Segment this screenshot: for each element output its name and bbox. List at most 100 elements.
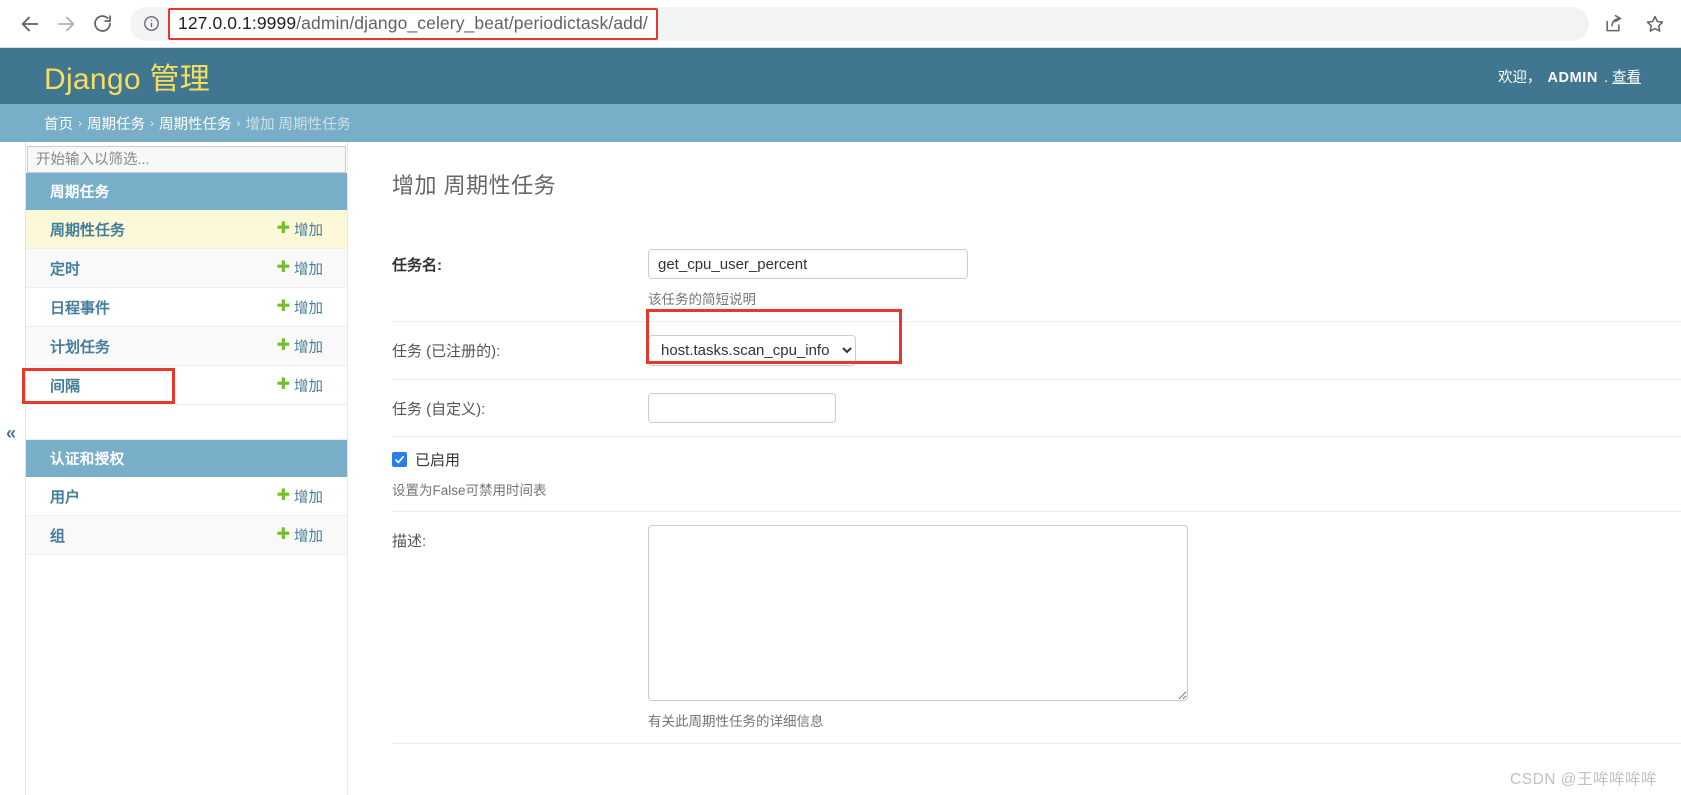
plus-icon: ✚ <box>276 487 290 504</box>
form-row-enabled: 已启用 设置为False可禁用时间表 <box>392 437 1681 512</box>
browser-toolbar: 127.0.0.1:9999/admin/django_celery_beat/… <box>0 0 1681 48</box>
sidebar-group-caption-periodic-tasks[interactable]: 周期任务 <box>26 173 347 210</box>
sidebar-add-link-users[interactable]: ✚ 增加 <box>277 486 323 507</box>
sidebar-item-label[interactable]: 组 <box>50 525 65 546</box>
back-arrow-icon <box>21 16 39 31</box>
info-circle-icon <box>143 16 159 31</box>
plus-icon: ✚ <box>276 526 290 543</box>
bookmark-button[interactable] <box>1641 10 1669 38</box>
back-button[interactable] <box>12 6 48 42</box>
sidebar-item-interval[interactable]: 间隔 ✚ 增加 <box>26 366 347 405</box>
breadcrumb-item-home[interactable]: 首页 <box>44 113 73 134</box>
plus-icon: ✚ <box>276 220 290 237</box>
sidebar-add-link-clocked[interactable]: ✚ 增加 <box>277 297 323 318</box>
sidebar-item-label[interactable]: 周期性任务 <box>50 219 125 240</box>
form-row-name: 任务名: 该任务的简短说明 <box>392 236 1681 322</box>
enabled-checkbox-line[interactable]: 已启用 <box>392 449 1681 470</box>
sidebar-add-link-periodic-task[interactable]: ✚ 增加 <box>277 219 323 240</box>
sidebar-item-crontab[interactable]: 定时 ✚ 增加 <box>26 249 347 288</box>
view-site-link[interactable]: 查看 <box>1612 66 1641 87</box>
add-label: 增加 <box>294 339 323 356</box>
sidebar-item-users[interactable]: 用户 ✚ 增加 <box>26 477 347 516</box>
sidebar-item-label[interactable]: 定时 <box>50 258 80 279</box>
form-row-description: 描述: 有关此周期性任务的详细信息 <box>392 512 1681 744</box>
username-label: ADMIN <box>1547 69 1598 86</box>
username-separator: . <box>1603 69 1608 86</box>
url-highlight-box: 127.0.0.1:9999/admin/django_celery_beat/… <box>168 7 658 40</box>
share-button[interactable] <box>1599 10 1627 38</box>
sidebar: « 周期任务 周期性任务 ✚增加 定时 ✚增加 日程事件 ✚增加 计划任务 <box>0 142 348 795</box>
form-row-task-custom: 任务 (自定义): <box>392 380 1681 437</box>
site-title[interactable]: Django 管理 <box>44 54 210 98</box>
add-label: 增加 <box>294 528 323 545</box>
sidebar-item-label[interactable]: 用户 <box>50 486 80 507</box>
sidebar-add-link-groups[interactable]: ✚ 增加 <box>277 525 323 546</box>
page-title: 增加 周期性任务 <box>392 173 557 198</box>
field-wrapper-description: 有关此周期性任务的详细信息 <box>648 525 1681 730</box>
task-name-input[interactable] <box>648 249 968 279</box>
task-custom-input[interactable] <box>648 393 836 423</box>
breadcrumb-item-model[interactable]: 周期性任务 <box>159 113 232 134</box>
url-path: /admin/django_celery_beat/periodictask/a… <box>296 12 648 33</box>
breadcrumb: 首页 › 周期任务 › 周期性任务 › 增加 周期性任务 <box>0 104 1681 142</box>
description-textarea[interactable] <box>648 525 1188 701</box>
sidebar-add-link-solar[interactable]: ✚ 增加 <box>277 336 323 357</box>
breadcrumb-separator: › <box>236 116 241 130</box>
forward-arrow-icon <box>57 16 75 31</box>
sidebar-add-link-crontab[interactable]: ✚ 增加 <box>277 258 323 279</box>
field-label-task-custom: 任务 (自定义): <box>392 401 486 418</box>
sidebar-gutter: « <box>0 142 25 795</box>
site-info-icon[interactable] <box>136 9 166 39</box>
add-label: 增加 <box>294 261 323 278</box>
plus-icon: ✚ <box>276 337 290 354</box>
field-help-enabled: 设置为False可禁用时间表 <box>392 483 547 498</box>
sidebar-item-label[interactable]: 间隔 <box>50 375 80 396</box>
breadcrumb-item-current: 增加 周期性任务 <box>245 116 352 133</box>
enabled-label: 已启用 <box>415 452 461 469</box>
omnibox[interactable]: 127.0.0.1:9999/admin/django_celery_beat/… <box>130 6 1589 41</box>
nav-filter <box>27 146 346 173</box>
add-label: 增加 <box>294 489 323 506</box>
browser-toolbar-actions <box>1599 10 1669 38</box>
field-wrapper-name: 该任务的简短说明 <box>648 249 1681 308</box>
page-container: « 周期任务 周期性任务 ✚增加 定时 ✚增加 日程事件 ✚增加 计划任务 <box>0 142 1681 795</box>
reload-button[interactable] <box>84 6 120 42</box>
breadcrumb-separator: › <box>150 116 154 130</box>
django-header: Django 管理 欢迎， ADMIN . 查看 <box>0 48 1681 104</box>
user-tools: 欢迎， ADMIN . 查看 <box>1498 66 1641 87</box>
sidebar-item-periodic-task[interactable]: 周期性任务 ✚ 增加 <box>26 210 347 249</box>
plus-icon: ✚ <box>276 376 290 393</box>
field-wrapper-task-custom <box>648 393 1681 423</box>
field-label-task-registered: 任务 (已注册的): <box>392 343 501 360</box>
check-icon <box>395 455 404 464</box>
url-host: 127.0.0.1:9999 <box>178 12 297 33</box>
reload-icon <box>93 15 111 32</box>
address-bar-text[interactable]: 127.0.0.1:9999/admin/django_celery_beat/… <box>178 13 648 34</box>
sidebar-item-clocked[interactable]: 日程事件 ✚ 增加 <box>26 288 347 327</box>
sidebar-item-solar[interactable]: 计划任务 ✚ 增加 <box>26 327 347 366</box>
sidebar-group-spacer <box>26 405 347 440</box>
add-label: 增加 <box>294 222 323 239</box>
sidebar-group-caption-auth[interactable]: 认证和授权 <box>26 440 347 477</box>
sidebar-add-link-interval[interactable]: ✚ 增加 <box>277 375 323 396</box>
sidebar-filter-input[interactable] <box>27 146 346 173</box>
field-wrapper-task-registered: host.tasks.scan_cpu_info <box>648 335 1681 366</box>
breadcrumb-separator: › <box>78 116 82 130</box>
task-registered-select[interactable]: host.tasks.scan_cpu_info <box>648 335 856 366</box>
field-help-description: 有关此周期性任务的详细信息 <box>648 714 824 729</box>
star-icon <box>1646 15 1664 32</box>
share-icon <box>1606 14 1622 31</box>
watermark: CSDN @王哞哞哞哞 <box>1510 771 1657 788</box>
sidebar-item-label[interactable]: 计划任务 <box>50 336 110 357</box>
sidebar-collapse-toggle[interactable]: « <box>6 424 16 442</box>
breadcrumb-item-app[interactable]: 周期任务 <box>87 113 145 134</box>
field-help-name: 该任务的简短说明 <box>648 292 756 307</box>
forward-button[interactable] <box>48 6 84 42</box>
plus-icon: ✚ <box>276 259 290 276</box>
field-label-name: 任务名: <box>392 257 442 274</box>
welcome-text: 欢迎， <box>1497 69 1542 86</box>
sidebar-item-label[interactable]: 日程事件 <box>50 297 110 318</box>
form-row-task-registered: 任务 (已注册的): host.tasks.scan_cpu_info <box>392 309 1681 380</box>
sidebar-item-groups[interactable]: 组 ✚ 增加 <box>26 516 347 555</box>
enabled-checkbox[interactable] <box>392 452 407 467</box>
